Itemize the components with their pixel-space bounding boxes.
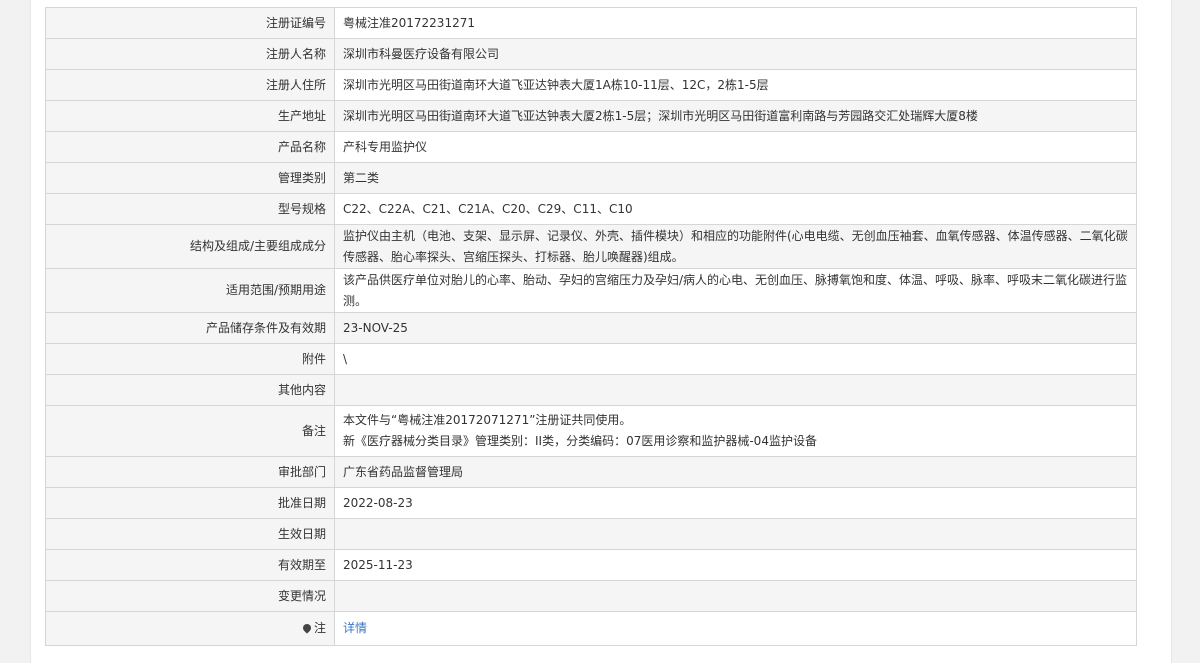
field-label: 附件 xyxy=(45,343,335,375)
row-storage-validity: 产品储存条件及有效期 23-NOV-25 xyxy=(45,312,1137,344)
field-value: 2025-11-23 xyxy=(334,549,1137,581)
row-registrant-name: 注册人名称 深圳市科曼医疗设备有限公司 xyxy=(45,38,1137,70)
field-value: \ xyxy=(334,343,1137,375)
row-intended-use: 适用范围/预期用途 该产品供医疗单位对胎儿的心率、胎动、孕妇的宫缩压力及孕妇/病… xyxy=(45,268,1137,313)
field-label: 产品名称 xyxy=(45,131,335,163)
field-label: 变更情况 xyxy=(45,580,335,612)
row-production-address: 生产地址 深圳市光明区马田街道南环大道飞亚达钟表大厦2栋1-5层；深圳市光明区马… xyxy=(45,100,1137,132)
row-structure-composition: 结构及组成/主要组成成分 监护仪由主机（电池、支架、显示屏、记录仪、外壳、插件模… xyxy=(45,224,1137,269)
row-attachment: 附件 \ xyxy=(45,343,1137,375)
field-label: 备注 xyxy=(45,405,335,457)
field-value: 粤械注准20172231271 xyxy=(334,7,1137,39)
field-label: 注册证编号 xyxy=(45,7,335,39)
field-value xyxy=(334,518,1137,550)
row-change-history: 变更情况 xyxy=(45,580,1137,612)
row-approval-date: 批准日期 2022-08-23 xyxy=(45,487,1137,519)
note-label: 注 xyxy=(313,621,326,635)
field-value xyxy=(334,374,1137,406)
row-other-content: 其他内容 xyxy=(45,374,1137,406)
field-label: 产品储存条件及有效期 xyxy=(45,312,335,344)
page-panel: 注册证编号 粤械注准20172231271 注册人名称 深圳市科曼医疗设备有限公… xyxy=(30,0,1172,663)
field-value: 详情 xyxy=(334,611,1137,646)
field-value xyxy=(334,580,1137,612)
field-label: 生产地址 xyxy=(45,100,335,132)
field-value: 2022-08-23 xyxy=(334,487,1137,519)
registration-detail-table: 注册证编号 粤械注准20172231271 注册人名称 深圳市科曼医疗设备有限公… xyxy=(45,7,1137,646)
row-effective-date: 生效日期 xyxy=(45,518,1137,550)
field-label: 生效日期 xyxy=(45,518,335,550)
remark-line: 新《医疗器械分类目录》管理类别：II类，分类编码：07医用诊察和监护器械-04监… xyxy=(343,434,817,448)
field-label: 审批部门 xyxy=(45,456,335,488)
row-note: 注 详情 xyxy=(45,611,1137,646)
field-value: 23-NOV-25 xyxy=(334,312,1137,344)
field-value: 产科专用监护仪 xyxy=(334,131,1137,163)
row-remarks: 备注 本文件与“粤械注准20172071271”注册证共同使用。 新《医疗器械分… xyxy=(45,405,1137,457)
field-label: 管理类别 xyxy=(45,162,335,194)
field-value: C22、C22A、C21、C21A、C20、C29、C11、C10 xyxy=(334,193,1137,225)
row-management-category: 管理类别 第二类 xyxy=(45,162,1137,194)
row-model-spec: 型号规格 C22、C22A、C21、C21A、C20、C29、C11、C10 xyxy=(45,193,1137,225)
field-label: 结构及组成/主要组成成分 xyxy=(45,224,335,269)
field-value: 深圳市光明区马田街道南环大道飞亚达钟表大厦1A栋10-11层、12C，2栋1-5… xyxy=(334,69,1137,101)
map-pin-icon xyxy=(301,622,313,634)
field-value: 深圳市科曼医疗设备有限公司 xyxy=(334,38,1137,70)
field-value: 深圳市光明区马田街道南环大道飞亚达钟表大厦2栋1-5层；深圳市光明区马田街道富利… xyxy=(334,100,1137,132)
field-value: 本文件与“粤械注准20172071271”注册证共同使用。 新《医疗器械分类目录… xyxy=(334,405,1137,457)
row-product-name: 产品名称 产科专用监护仪 xyxy=(45,131,1137,163)
field-label: 型号规格 xyxy=(45,193,335,225)
field-label: 注 xyxy=(45,611,335,646)
field-label: 适用范围/预期用途 xyxy=(45,268,335,313)
details-link[interactable]: 详情 xyxy=(343,621,367,635)
field-label: 有效期至 xyxy=(45,549,335,581)
field-label: 注册人名称 xyxy=(45,38,335,70)
field-value: 监护仪由主机（电池、支架、显示屏、记录仪、外壳、插件模块）和相应的功能附件(心电… xyxy=(334,224,1137,269)
remark-line: 本文件与“粤械注准20172071271”注册证共同使用。 xyxy=(343,413,632,427)
row-expiry-date: 有效期至 2025-11-23 xyxy=(45,549,1137,581)
field-label: 批准日期 xyxy=(45,487,335,519)
row-registrant-address: 注册人住所 深圳市光明区马田街道南环大道飞亚达钟表大厦1A栋10-11层、12C… xyxy=(45,69,1137,101)
field-label: 其他内容 xyxy=(45,374,335,406)
row-approval-department: 审批部门 广东省药品监督管理局 xyxy=(45,456,1137,488)
field-value: 第二类 xyxy=(334,162,1137,194)
row-registration-number: 注册证编号 粤械注准20172231271 xyxy=(45,7,1137,39)
field-value: 该产品供医疗单位对胎儿的心率、胎动、孕妇的宫缩压力及孕妇/病人的心电、无创血压、… xyxy=(334,268,1137,313)
field-value: 广东省药品监督管理局 xyxy=(334,456,1137,488)
field-label: 注册人住所 xyxy=(45,69,335,101)
